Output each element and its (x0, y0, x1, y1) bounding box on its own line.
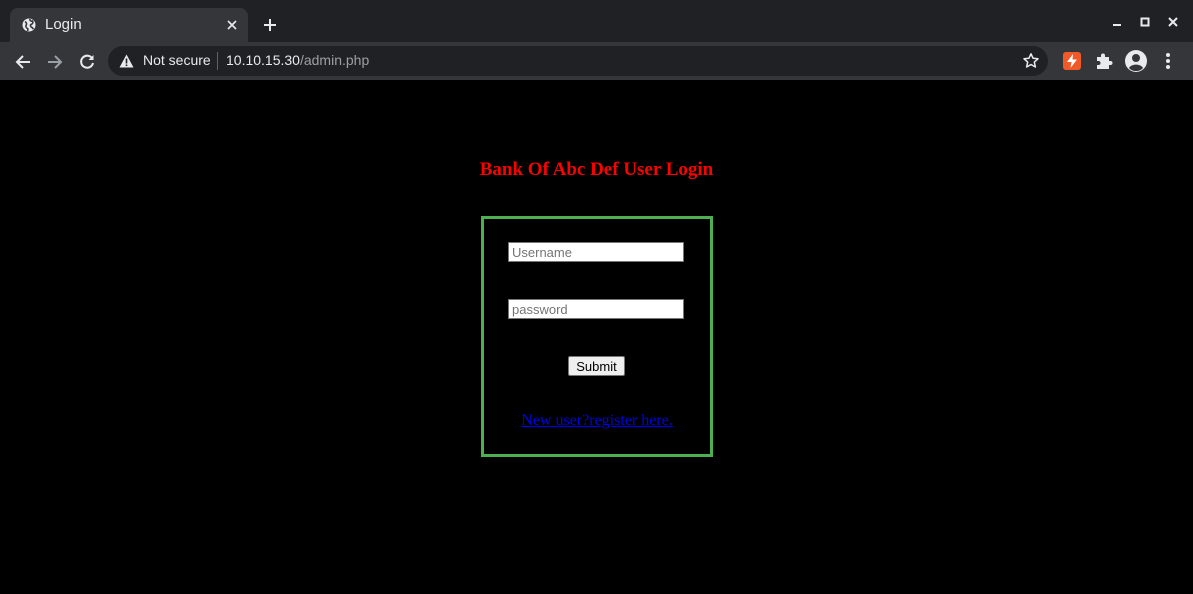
submit-button[interactable]: Submit (568, 356, 625, 376)
page-content: Bank Of Abc Def User Login Submit New us… (0, 80, 1193, 594)
security-label[interactable]: Not secure (143, 52, 211, 68)
menu-icon[interactable] (1160, 51, 1176, 71)
close-icon[interactable] (224, 17, 240, 33)
login-form: Submit New user?register here. (481, 216, 713, 457)
url-host: 10.10.15.30 (226, 52, 300, 68)
omnibox-divider (217, 52, 218, 70)
forward-icon[interactable] (44, 51, 66, 73)
back-icon[interactable] (12, 51, 34, 73)
warning-icon[interactable] (119, 54, 134, 68)
globe-icon (22, 18, 36, 32)
extension-icon[interactable] (1063, 52, 1081, 70)
tab-login[interactable]: Login (10, 8, 248, 42)
profile-icon[interactable] (1124, 49, 1148, 73)
tab-title: Login (45, 16, 82, 33)
username-input[interactable] (508, 242, 684, 262)
window-close-icon[interactable] (1164, 14, 1182, 30)
plus-icon[interactable] (260, 15, 280, 35)
password-input[interactable] (508, 299, 684, 319)
tab-strip: Login (0, 0, 1193, 42)
address-bar[interactable]: Not secure 10.10.15.30/admin.php (108, 46, 1048, 76)
page-title: Bank Of Abc Def User Login (479, 159, 714, 180)
reload-icon[interactable] (76, 51, 98, 73)
url-text[interactable]: 10.10.15.30/admin.php (226, 52, 369, 68)
register-link[interactable]: New user?register here. (484, 412, 710, 430)
star-icon[interactable] (1022, 52, 1040, 70)
browser-toolbar: Not secure 10.10.15.30/admin.php (0, 42, 1193, 80)
puzzle-icon[interactable] (1094, 51, 1114, 71)
maximize-icon[interactable] (1136, 14, 1154, 30)
url-path: /admin.php (299, 52, 370, 68)
minimize-icon[interactable] (1108, 14, 1126, 30)
